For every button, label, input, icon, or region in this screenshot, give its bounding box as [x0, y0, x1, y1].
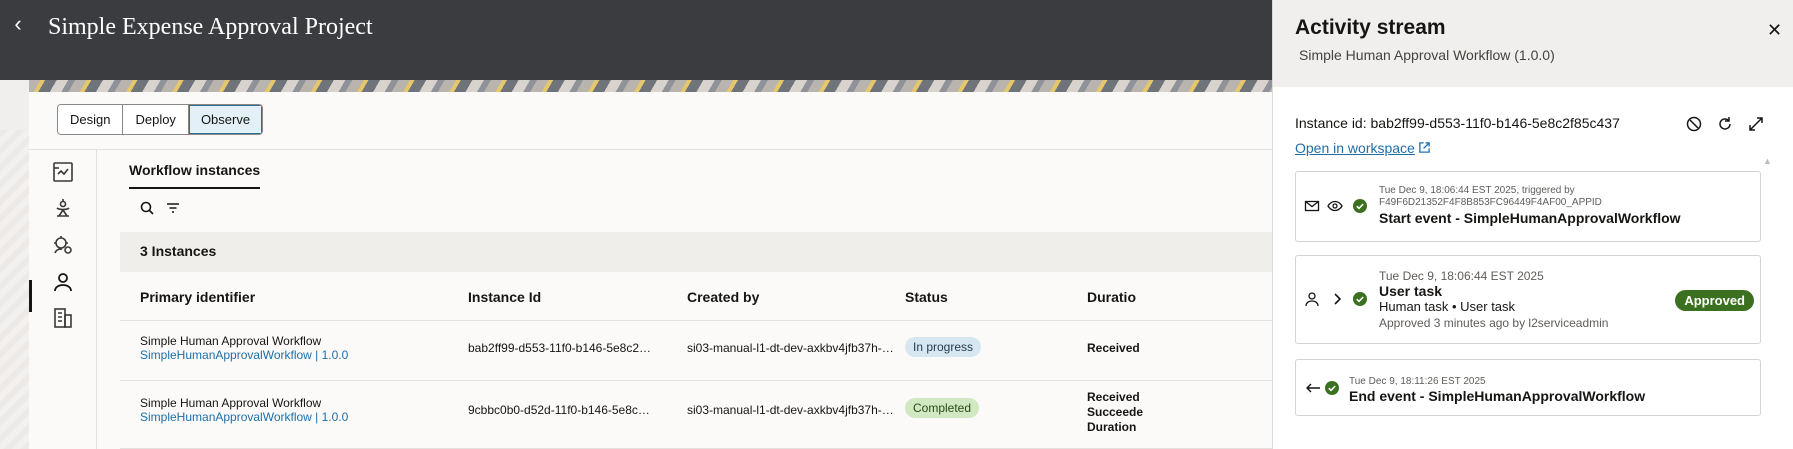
event-timestamp: Tue Dec 9, 18:06:44 EST 2025, triggered …: [1379, 185, 1575, 196]
chevron-right-icon[interactable]: [1329, 291, 1345, 307]
row-workflow-link[interactable]: SimpleHumanApprovalWorkflow | 1.0.0: [140, 410, 348, 424]
eye-icon: [1327, 200, 1343, 212]
panel-title: Activity stream: [1295, 16, 1446, 39]
row-workflow-link[interactable]: SimpleHumanApprovalWorkflow | 1.0.0: [140, 348, 348, 362]
approved-badge: Approved: [1675, 290, 1754, 311]
event-timestamp: Tue Dec 9, 18:06:44 EST 2025: [1379, 269, 1544, 283]
table-toolbar: [139, 200, 181, 216]
activity-stream-panel: Activity stream Simple Human Approval Wo…: [1272, 0, 1793, 449]
robot-arm-icon[interactable]: [51, 196, 75, 220]
scroll-up-icon[interactable]: ▲: [1763, 156, 1772, 166]
event-trigger-id: F49F6D21352F4F8B853FC96449F4AF00_APPID: [1379, 197, 1602, 208]
person-icon: [1305, 292, 1319, 307]
arrow-left-icon: [1306, 383, 1320, 393]
tab-workflow-instances[interactable]: Workflow instances: [129, 162, 261, 189]
mode-switch: Design Deploy Observe: [57, 104, 264, 135]
expand-icon[interactable]: [1747, 115, 1765, 133]
check-circle-icon: [1353, 199, 1367, 213]
instance-id-label: Instance id:: [1295, 115, 1367, 131]
activity-event-user-task[interactable]: Tue Dec 9, 18:06:44 EST 2025 User task H…: [1295, 255, 1761, 344]
event-name: End event - SimpleHumanApprovalWorkflow: [1349, 388, 1646, 404]
panel-header: Activity stream Simple Human Approval Wo…: [1273, 0, 1793, 87]
check-circle-icon: [1325, 381, 1339, 395]
external-link-icon: [1419, 142, 1430, 153]
col-primary-identifier[interactable]: Primary identifier: [140, 289, 255, 305]
event-note: Approved 3 minutes ago by l2serviceadmin: [1379, 316, 1609, 330]
row-instance-id: 9cbbc0b0-d52d-11f0-b146-5e8c…: [468, 403, 650, 417]
filter-icon[interactable]: [165, 200, 181, 216]
observe-button[interactable]: Observe: [188, 105, 263, 134]
col-duration[interactable]: Duratio: [1087, 289, 1136, 305]
event-timestamp: Tue Dec 9, 18:11:26 EST 2025: [1349, 376, 1486, 387]
chevron-left-icon[interactable]: ‹: [8, 12, 28, 36]
row-created-by: si03-manual-l1-dt-dev-axkbv4jfb37h-…: [687, 403, 894, 417]
table-header: Primary identifier Instance Id Created b…: [120, 274, 1299, 321]
divider: [29, 149, 1299, 150]
col-status[interactable]: Status: [905, 289, 948, 305]
open-in-workspace-label: Open in workspace: [1295, 140, 1415, 156]
activity-event-start[interactable]: Tue Dec 9, 18:06:44 EST 2025, triggered …: [1295, 171, 1761, 242]
diagram-icon[interactable]: [51, 160, 75, 184]
search-icon[interactable]: [139, 200, 155, 216]
instance-id-line: Instance id: bab2ff99-d553-11f0-b146-5e8…: [1295, 115, 1620, 131]
cancel-icon[interactable]: [1685, 115, 1703, 133]
row-primary-name: Simple Human Approval Workflow: [140, 334, 322, 348]
row-primary-name: Simple Human Approval Workflow: [140, 396, 322, 410]
status-badge: Completed: [905, 398, 980, 418]
row-duration-received: Received: [1087, 341, 1140, 355]
building-icon[interactable]: [51, 306, 75, 330]
event-name: User task: [1379, 283, 1443, 299]
side-nav: [29, 150, 97, 449]
instance-id-value: bab2ff99-d553-11f0-b146-5e8c2f85c437: [1370, 115, 1620, 131]
col-instance-id[interactable]: Instance Id: [468, 289, 541, 305]
table-row[interactable]: Simple Human Approval Workflow SimpleHum…: [120, 382, 1299, 449]
panel-subtitle: Simple Human Approval Workflow (1.0.0): [1299, 47, 1555, 63]
event-detail: Human task • User task: [1379, 299, 1516, 314]
col-created-by[interactable]: Created by: [687, 289, 759, 305]
process-settings-icon[interactable]: [51, 233, 75, 257]
instances-count: 3 Instances: [140, 243, 217, 259]
open-in-workspace-link[interactable]: Open in workspace: [1295, 140, 1431, 156]
row-duration-duration: Duration: [1087, 420, 1137, 434]
page-title: Simple Expense Approval Project: [48, 14, 373, 40]
decorative-strip: [0, 130, 29, 449]
status-badge: In progress: [905, 337, 982, 357]
refresh-icon[interactable]: [1716, 115, 1734, 133]
activity-event-end[interactable]: Tue Dec 9, 18:11:26 EST 2025 End event -…: [1295, 359, 1761, 416]
row-duration-received: Received: [1087, 390, 1140, 404]
table-row[interactable]: Simple Human Approval Workflow SimpleHum…: [120, 322, 1299, 381]
main-card: Design Deploy Observe Workflow instances…: [29, 92, 1299, 449]
deploy-button[interactable]: Deploy: [123, 105, 189, 134]
check-circle-icon: [1353, 292, 1367, 306]
mail-icon: [1304, 200, 1320, 212]
row-created-by: si03-manual-l1-dt-dev-axkbv4jfb37h-…: [687, 341, 894, 355]
event-name: Start event - SimpleHumanApprovalWorkflo…: [1379, 210, 1681, 226]
row-instance-id: bab2ff99-d553-11f0-b146-5e8c2…: [468, 341, 652, 355]
row-duration-succeeded: Succeede: [1087, 405, 1144, 419]
person-icon[interactable]: [51, 270, 75, 294]
nav-active-indicator: [29, 280, 32, 312]
close-icon[interactable]: ✕: [1767, 20, 1782, 41]
design-button[interactable]: Design: [58, 105, 124, 134]
instances-count-row: 3 Instances: [120, 232, 1299, 272]
decorative-banner: [29, 80, 1299, 92]
